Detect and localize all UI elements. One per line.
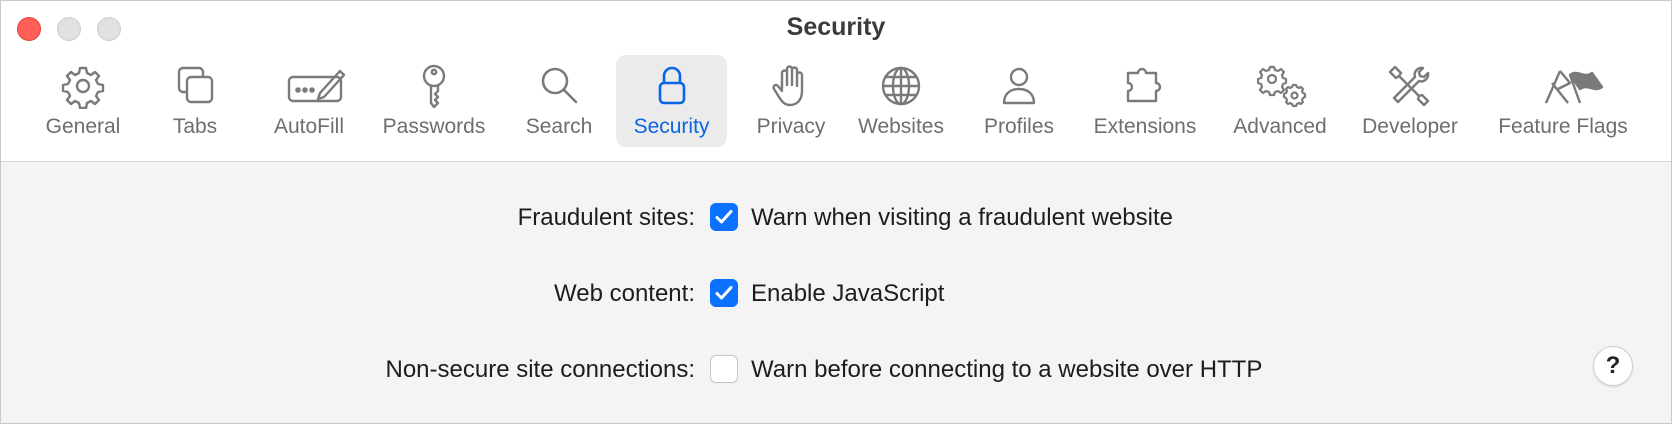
magnifier-icon bbox=[536, 63, 582, 109]
tab-search[interactable]: Search bbox=[513, 55, 605, 147]
tab-label: Search bbox=[525, 115, 593, 138]
autofill-icon bbox=[286, 63, 346, 109]
setting-row-web-content: Web content: Enable JavaScript bbox=[1, 274, 1671, 314]
person-icon bbox=[996, 63, 1042, 109]
setting-option-text[interactable]: Warn before connecting to a website over… bbox=[751, 356, 1262, 384]
setting-label: Web content: bbox=[554, 280, 695, 307]
fraudulent-sites-checkbox[interactable] bbox=[710, 203, 738, 231]
setting-option-text[interactable]: Warn when visiting a fraudulent website bbox=[751, 204, 1173, 232]
gears-icon bbox=[1257, 63, 1307, 109]
tab-extensions[interactable]: Extensions bbox=[1083, 55, 1207, 147]
tab-label: Websites bbox=[858, 115, 944, 138]
key-icon bbox=[411, 63, 457, 109]
window-title: Security bbox=[786, 13, 886, 41]
tab-websites[interactable]: Websites bbox=[851, 55, 951, 147]
warn-http-checkbox[interactable] bbox=[710, 355, 738, 383]
tab-label: Developer bbox=[1362, 115, 1458, 138]
tab-passwords[interactable]: Passwords bbox=[373, 55, 495, 147]
tab-label: Passwords bbox=[382, 115, 486, 138]
setting-option-text[interactable]: Enable JavaScript bbox=[751, 280, 944, 308]
tab-label: Extensions bbox=[1093, 115, 1197, 138]
tab-privacy[interactable]: Privacy bbox=[743, 55, 839, 147]
tab-security[interactable]: Security bbox=[616, 55, 727, 147]
setting-row-non-secure-connections: Non-secure site connections: Warn before… bbox=[1, 350, 1671, 390]
tab-label: Advanced bbox=[1233, 115, 1327, 138]
tab-label: Security bbox=[633, 115, 710, 138]
hand-icon bbox=[768, 63, 814, 109]
tab-tabs[interactable]: Tabs bbox=[153, 55, 237, 147]
setting-label: Non-secure site connections: bbox=[385, 356, 696, 383]
settings-pane: Fraudulent sites: Warn when visiting a f… bbox=[1, 162, 1671, 423]
lock-icon bbox=[649, 63, 695, 109]
tabs-icon bbox=[172, 63, 218, 109]
tab-advanced[interactable]: Advanced bbox=[1223, 55, 1337, 147]
tab-label: Profiles bbox=[983, 115, 1055, 138]
setting-row-fraudulent-sites: Fraudulent sites: Warn when visiting a f… bbox=[1, 198, 1671, 238]
tools-icon bbox=[1387, 63, 1433, 109]
preferences-tabs: General Tabs AutoFill Passwords Search S… bbox=[1, 55, 1671, 149]
tab-autofill[interactable]: AutoFill bbox=[263, 55, 355, 147]
tab-label: General bbox=[45, 115, 121, 138]
flags-icon bbox=[1540, 63, 1604, 109]
puzzle-icon bbox=[1122, 63, 1168, 109]
toolbar: Security General Tabs AutoFill Passwords… bbox=[1, 1, 1671, 162]
gear-icon bbox=[60, 63, 106, 109]
preferences-window: Security General Tabs AutoFill Passwords… bbox=[0, 0, 1672, 424]
help-button[interactable]: ? bbox=[1593, 346, 1633, 386]
tab-general[interactable]: General bbox=[39, 55, 127, 147]
setting-label: Fraudulent sites: bbox=[517, 204, 695, 231]
tab-label: Tabs bbox=[172, 115, 218, 138]
tab-label: Feature Flags bbox=[1498, 115, 1628, 138]
tab-label: Privacy bbox=[756, 115, 826, 138]
enable-javascript-checkbox[interactable] bbox=[710, 279, 738, 307]
tab-profiles[interactable]: Profiles bbox=[973, 55, 1065, 147]
tab-label: AutoFill bbox=[273, 115, 345, 138]
tab-feature-flags[interactable]: Feature Flags bbox=[1485, 55, 1641, 147]
globe-icon bbox=[878, 63, 924, 109]
tab-developer[interactable]: Developer bbox=[1353, 55, 1467, 147]
